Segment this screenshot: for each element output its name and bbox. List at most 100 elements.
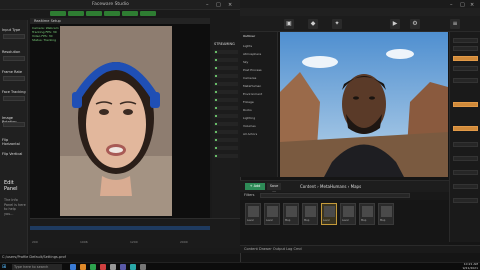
tab-3[interactable] — [86, 11, 102, 16]
detail-field-highlight[interactable] — [453, 126, 478, 131]
tab-1[interactable] — [50, 11, 66, 16]
detail-field[interactable] — [453, 66, 478, 71]
detail-field-highlight[interactable] — [453, 56, 478, 61]
asset-tile[interactable]: Map — [302, 203, 318, 225]
list-item[interactable] — [214, 58, 238, 62]
list-item[interactable] — [214, 114, 238, 118]
outliner-item[interactable]: Environment — [243, 92, 262, 96]
list-item[interactable] — [214, 130, 238, 134]
outliner-item[interactable]: Foliage — [243, 100, 254, 104]
list-item[interactable] — [214, 154, 238, 158]
tab-2[interactable] — [68, 11, 84, 16]
windows-start-icon[interactable]: ⊞ — [2, 264, 6, 270]
detail-field[interactable] — [453, 142, 478, 147]
asset-tile[interactable]: Level — [340, 203, 356, 225]
setting-input[interactable] — [3, 122, 25, 127]
asset-tile[interactable]: Map — [283, 203, 299, 225]
maximize-icon[interactable]: □ — [216, 2, 221, 8]
outliner-item[interactable]: Outliner — [243, 34, 255, 38]
outliner-item[interactable]: Lights — [243, 44, 252, 48]
outliner-item[interactable]: Volumes — [243, 124, 256, 128]
file-path: C:/users/Profile Default/Settings.prof — [2, 255, 66, 259]
app-icon[interactable] — [80, 264, 86, 270]
ue-3d-viewport[interactable] — [280, 32, 448, 177]
outliner-item[interactable]: Rocks — [243, 108, 252, 112]
list-item[interactable] — [214, 50, 238, 54]
list-item[interactable] — [214, 146, 238, 150]
list-item[interactable] — [214, 82, 238, 86]
asset-tile[interactable]: Level — [245, 203, 261, 225]
app-icon[interactable] — [70, 264, 76, 270]
list-item[interactable] — [214, 74, 238, 78]
app-icon[interactable] — [140, 264, 146, 270]
app-icon[interactable] — [120, 264, 126, 270]
tab-5[interactable] — [122, 11, 138, 16]
timeline-tick: 1006 — [80, 240, 88, 244]
filters-button[interactable]: Filters — [244, 193, 255, 197]
taskbar-search-input[interactable]: Type here to search — [12, 264, 62, 270]
outliner-item[interactable]: Post Process — [243, 68, 262, 72]
content-browser-filters: Filters — [240, 192, 449, 200]
outliner-item[interactable]: All Actors — [243, 132, 257, 136]
asset-label: Level — [247, 219, 254, 222]
asset-search-input[interactable] — [260, 193, 410, 198]
stat-line: Status: Tracking — [32, 38, 57, 42]
minimize-icon[interactable]: – — [206, 2, 209, 8]
outliner-item[interactable]: Cameras — [243, 76, 256, 80]
modes-icon[interactable]: ◆ — [308, 19, 318, 29]
tab-4[interactable] — [104, 11, 120, 16]
detail-field[interactable] — [453, 170, 478, 175]
asset-label: Map — [304, 219, 310, 222]
setting-label: Flip Vertical — [2, 152, 23, 156]
detail-field[interactable] — [453, 38, 478, 43]
setting-input[interactable] — [3, 56, 25, 61]
outliner-item[interactable]: Lighting — [243, 116, 255, 120]
video-header-label: Realtime Setup — [34, 19, 61, 23]
outliner-item[interactable]: Atmosphere — [243, 52, 261, 56]
breadcrumb[interactable]: Content › MetaHumans › Maps — [300, 184, 361, 189]
setting-input[interactable] — [3, 76, 25, 81]
list-item[interactable] — [214, 138, 238, 142]
tab-6[interactable] — [140, 11, 156, 16]
list-item[interactable] — [214, 122, 238, 126]
asset-tile[interactable]: Map — [359, 203, 375, 225]
add-button[interactable]: + Add — [245, 183, 265, 190]
timeline-scrubber[interactable] — [30, 226, 210, 230]
list-item[interactable] — [214, 90, 238, 94]
detail-field[interactable] — [453, 198, 478, 203]
detail-field[interactable] — [453, 156, 478, 161]
detail-field[interactable] — [453, 78, 478, 83]
edit-panel-heading: Edit Panel — [4, 180, 18, 192]
app-icon[interactable] — [100, 264, 106, 270]
play-icon[interactable]: ▶ — [390, 19, 400, 29]
detail-field[interactable] — [453, 184, 478, 189]
app-icon[interactable] — [130, 264, 136, 270]
launch-icon[interactable]: ⚙ — [410, 19, 420, 29]
timeline-tick: 1200 — [130, 240, 138, 244]
content-icon[interactable]: ✦ — [332, 19, 342, 29]
system-clock[interactable]: 10:21 AM 9/21/2021 — [463, 262, 478, 270]
settings-icon[interactable]: ≡ — [450, 19, 460, 29]
list-item[interactable] — [214, 98, 238, 102]
setting-input[interactable] — [3, 34, 25, 39]
outliner-item[interactable]: Sky — [243, 60, 248, 64]
detail-field-highlight[interactable] — [453, 102, 478, 107]
save-all-button[interactable]: Save All — [267, 183, 281, 195]
mode-tabs — [50, 11, 190, 17]
asset-tile-selected[interactable]: Level — [321, 203, 337, 225]
outliner-item[interactable]: MetaHuman — [243, 84, 261, 88]
setting-label: Input Type — [2, 28, 21, 32]
asset-tile[interactable]: Level — [264, 203, 280, 225]
close-icon[interactable]: × — [228, 2, 232, 8]
save-icon[interactable]: ▣ — [284, 19, 294, 29]
list-item[interactable] — [214, 106, 238, 110]
list-item[interactable] — [214, 66, 238, 70]
setting-input[interactable] — [3, 96, 25, 101]
asset-tile[interactable]: Map — [378, 203, 394, 225]
video-header: Realtime Setup — [30, 18, 210, 24]
app-icon[interactable] — [90, 264, 96, 270]
detail-field[interactable] — [453, 46, 478, 51]
metahuman-scene — [280, 32, 448, 177]
setting-label: Frame Rate — [2, 70, 23, 74]
app-icon[interactable] — [110, 264, 116, 270]
